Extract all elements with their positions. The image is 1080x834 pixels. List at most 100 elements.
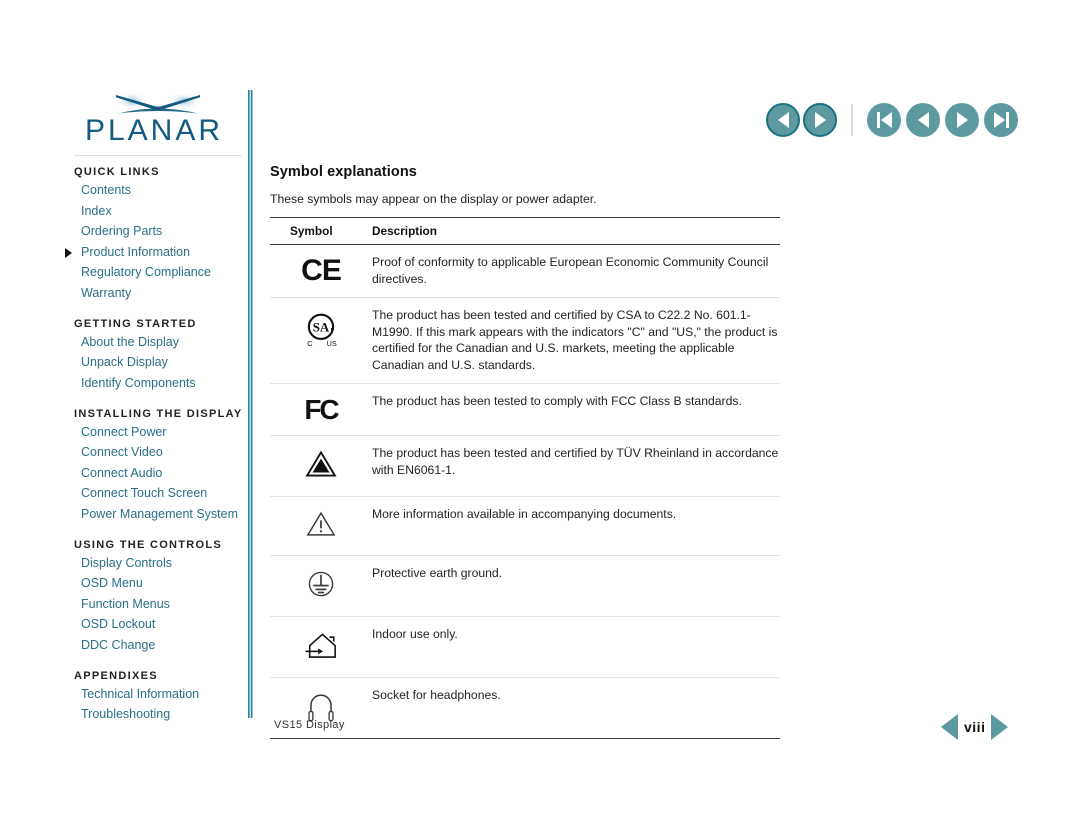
table-row: Protective earth ground. — [270, 555, 780, 617]
description-cell: Indoor use only. — [372, 616, 780, 678]
sidebar-item-power-management-system[interactable]: Power Management System — [74, 507, 246, 522]
page-pager: viii — [941, 714, 1009, 740]
main-content: Symbol explanations These symbols may ap… — [270, 164, 780, 739]
description-cell: Protective earth ground. — [372, 555, 780, 617]
sidebar-item-label: Connect Audio — [81, 465, 163, 480]
sidebar-item-warranty[interactable]: Warranty — [74, 286, 246, 301]
skip-to-end-icon — [993, 112, 1009, 128]
table-row: SA C US The product has been tested and cer… — [270, 297, 780, 384]
fcc-mark-icon: FC — [304, 394, 339, 425]
sidebar-section: QUICK LINKS Contents Index Ordering Parts Pr… — [65, 166, 246, 301]
table-row: Indoor use only. — [270, 616, 780, 678]
sidebar-item-contents[interactable]: Contents — [74, 183, 246, 198]
symbol-wrapper: CE — [270, 254, 372, 286]
back-button[interactable] — [766, 103, 800, 137]
symbol-explanations-table: Symbol Description CE Proof of conformity… — [270, 217, 780, 739]
top-navigation-bar — [766, 102, 1023, 138]
sidebar-section: INSTALLING THE DISPLAY Connect Power Conne… — [74, 408, 246, 522]
sidebar-item-label: DDC Change — [81, 637, 156, 652]
description-cell: Proof of conformity to applicable Europe… — [372, 244, 780, 298]
sidebar-section-title: GETTING STARTED — [74, 317, 197, 330]
symbol-cell: SA C US — [270, 297, 372, 384]
description-cell: Socket for headphones. — [372, 677, 780, 739]
table-row: More information available in accompanyi… — [270, 496, 780, 556]
sidebar-item-connect-touch-screen[interactable]: Connect Touch Screen — [74, 486, 246, 501]
svg-text:C: C — [307, 339, 312, 348]
intro-text: These symbols may appear on the display … — [270, 192, 597, 206]
symbol-cell — [270, 616, 372, 678]
sidebar-item-product-information[interactable]: Product Information — [65, 244, 246, 260]
table-row: The product has been tested and certifie… — [270, 435, 780, 497]
table-row: Socket for headphones. — [270, 677, 780, 739]
sidebar-item-about-the-display[interactable]: About the Display — [74, 335, 246, 350]
svg-text:SA: SA — [313, 320, 330, 335]
symbol-cell — [270, 555, 372, 617]
sidebar-item-label: OSD Lockout — [81, 617, 156, 631]
symbol-wrapper — [270, 506, 372, 545]
table-header: Symbol Description — [270, 217, 780, 245]
pager-next-button[interactable] — [991, 714, 1009, 740]
sidebar-item-ddc-change[interactable]: DDC Change — [74, 638, 246, 653]
pager-previous-button[interactable] — [941, 714, 958, 740]
sidebar-section-title: USING THE CONTROLS — [74, 538, 223, 551]
description-cell: The product has been tested to comply wi… — [372, 383, 780, 436]
table-row: CE Proof of conformity to applicable Euro… — [270, 244, 780, 298]
sidebar-item-label: OSD Menu — [81, 576, 143, 590]
sidebar-item-label: Warranty — [81, 285, 132, 300]
sidebar-item-label: Index — [81, 203, 112, 218]
sidebar-item-label: Unpack Display — [81, 355, 168, 369]
symbol-wrapper — [270, 565, 372, 606]
description-cell: More information available in accompanyi… — [372, 496, 780, 556]
sidebar-item-label: Connect Power — [81, 424, 167, 439]
sidebar-item-unpack-display[interactable]: Unpack Display — [74, 355, 246, 370]
sidebar-item-connect-audio[interactable]: Connect Audio — [74, 466, 246, 481]
tuv-mark-icon — [304, 447, 338, 486]
previous-page-button[interactable] — [906, 103, 940, 137]
description-cell: The product has been tested and certifie… — [372, 297, 780, 384]
sidebar-item-osd-menu[interactable]: OSD Menu — [74, 576, 246, 591]
protective-earth-ground-icon — [304, 567, 338, 606]
ce-mark-icon: CE — [301, 254, 342, 287]
sidebar-item-connect-video[interactable]: Connect Video — [74, 445, 246, 460]
sidebar-item-technical-information[interactable]: Technical Information — [74, 687, 246, 702]
sidebar-item-display-controls[interactable]: Display Controls — [74, 556, 246, 571]
sidebar-item-connect-power[interactable]: Connect Power — [74, 425, 246, 440]
planar-logo[interactable]: PLANAR — [74, 92, 234, 150]
table-body: CE Proof of conformity to applicable Euro… — [270, 244, 780, 739]
sidebar-section: APPENDIXES Technical Information Troublesh… — [74, 670, 246, 723]
first-page-button[interactable] — [867, 103, 901, 137]
arrow-left-icon — [777, 112, 789, 128]
sidebar-item-label: Product Information — [81, 244, 191, 259]
sidebar-section: GETTING STARTED About the Display Unpack D… — [74, 318, 246, 391]
sidebar-item-function-menus[interactable]: Function Menus — [74, 597, 246, 612]
symbol-wrapper: FC — [270, 393, 372, 425]
next-page-button[interactable] — [945, 103, 979, 137]
column-header-symbol: Symbol — [270, 217, 372, 245]
logo-divider — [74, 155, 242, 156]
sidebar-item-index[interactable]: Index — [74, 204, 246, 219]
page-title: Symbol explanations — [270, 164, 417, 180]
sidebar-item-label: Identify Components — [81, 375, 196, 390]
sidebar-item-label: Connect Video — [81, 445, 163, 459]
sidebar-item-label: Contents — [81, 183, 132, 197]
skip-to-start-icon — [876, 112, 892, 128]
triangle-left-icon — [917, 112, 929, 128]
sidebar-item-label: Ordering Parts — [81, 224, 163, 238]
last-page-button[interactable] — [984, 103, 1018, 137]
svg-text:US: US — [327, 339, 337, 348]
sidebar-item-ordering-parts[interactable]: Ordering Parts — [74, 224, 246, 239]
symbol-wrapper — [270, 626, 372, 667]
sidebar-section: USING THE CONTROLS Display Controls OSD Me… — [74, 539, 246, 653]
symbol-cell: CE — [270, 244, 372, 298]
sidebar-item-identify-components[interactable]: Identify Components — [74, 376, 246, 391]
active-item-triangle-icon — [65, 247, 72, 258]
forward-button[interactable] — [803, 103, 837, 137]
sidebar-item-regulatory-compliance[interactable]: Regulatory Compliance — [74, 265, 246, 280]
sidebar-item-label: Troubleshooting — [81, 707, 171, 721]
sidebar-section-title: APPENDIXES — [74, 669, 158, 682]
symbol-wrapper — [270, 445, 372, 486]
sidebar-item-troubleshooting[interactable]: Troubleshooting — [74, 707, 246, 722]
planar-wordmark: PLANAR — [84, 114, 224, 147]
sidebar-item-osd-lockout[interactable]: OSD Lockout — [74, 617, 246, 632]
sidebar-item-label: Connect Touch Screen — [81, 486, 208, 500]
